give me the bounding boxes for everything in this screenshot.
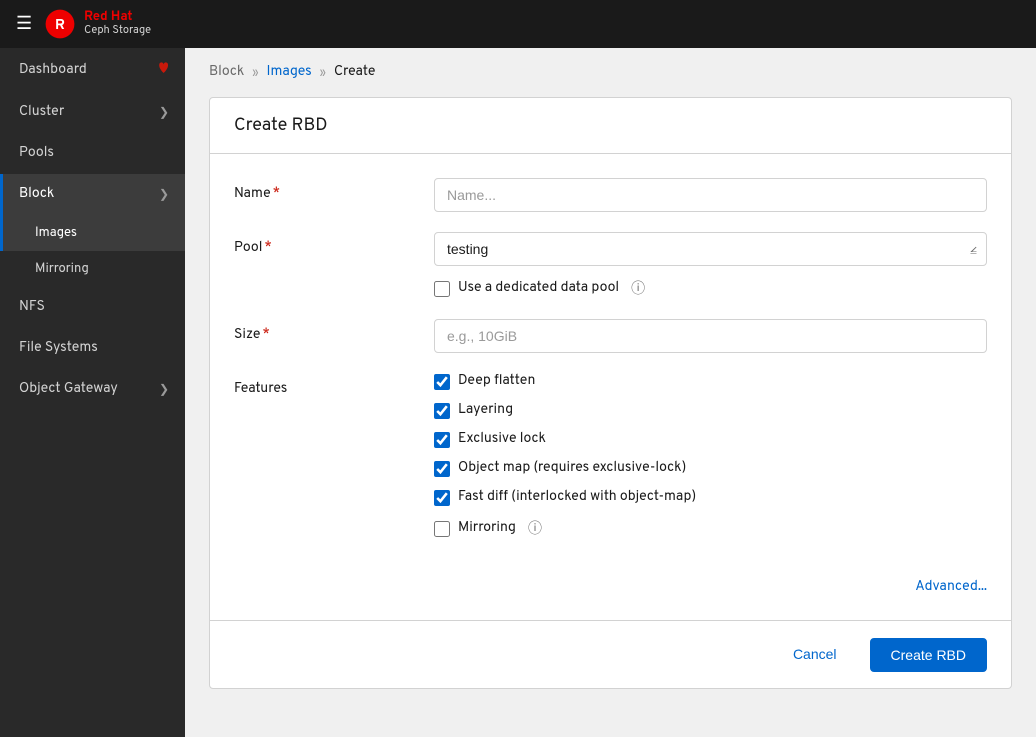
pool-row: Pool* testing rbd default ⦤ [234,232,987,299]
hamburger-menu[interactable]: ☰ [16,13,32,36]
feature-deep-flatten-label: Deep flatten [458,373,535,390]
pool-select-wrapper: testing rbd default ⦤ [434,232,987,266]
sidebar-item-pools[interactable]: Pools [0,133,185,174]
name-label: Name* [234,178,434,203]
sidebar-item-cluster[interactable]: Cluster ❯ [0,92,185,133]
dedicated-pool-checkbox[interactable] [434,281,450,297]
sidebar-nfs-label: NFS [19,299,45,316]
sidebar-item-nfs[interactable]: NFS [0,287,185,328]
feature-deep-flatten-row: Deep flatten [434,373,987,390]
create-rbd-button[interactable]: Create RBD [870,638,987,672]
feature-mirroring-label: Mirroring [458,520,516,537]
dedicated-data-pool-row: Use a dedicated data pool ⓘ [434,278,987,299]
brand: R Red Hat Ceph Storage [44,8,151,40]
chevron-right-icon-gw: ❯ [159,382,169,398]
pool-select[interactable]: testing rbd default [434,232,987,266]
size-row: Size* [234,319,987,353]
pool-required: * [264,240,271,257]
brand-text: Red Hat Ceph Storage [84,10,151,39]
card-title: Create RBD [234,114,987,137]
feature-mirroring-row: Mirroring ⓘ [434,518,987,539]
name-row: Name* [234,178,987,212]
cancel-button[interactable]: Cancel [772,637,858,672]
feature-object-map-label: Object map (requires exclusive-lock) [458,460,686,477]
feature-fast-diff-row: Fast diff (interlocked with object-map) [434,489,987,506]
chevron-down-icon: ❯ [159,187,169,203]
feature-layering-row: Layering [434,402,987,419]
feature-fast-diff-checkbox[interactable] [434,490,450,506]
feature-layering-checkbox[interactable] [434,403,450,419]
dedicated-pool-label: Use a dedicated data pool [458,280,619,297]
app-body: Dashboard ♥ Cluster ❯ Pools Block ❯ Imag… [0,48,1036,737]
sidebar-item-block[interactable]: Block ❯ [0,174,185,215]
sidebar-images-label: Images [35,225,77,241]
mirroring-help-icon[interactable]: ⓘ [528,518,542,539]
features-row: Features Deep flatten Layering Exclus [234,373,987,551]
feature-mirroring-checkbox[interactable] [434,521,450,537]
features-label: Features [234,373,434,398]
create-rbd-card: Create RBD Name* Pool* [209,97,1012,689]
main-content: Block » Images » Create Create RBD Name* [185,48,1036,737]
sidebar-dashboard-label: Dashboard [19,62,87,79]
sidebar-objectgateway-label: Object Gateway [19,381,118,398]
sidebar-mirroring-label: Mirroring [35,261,89,277]
feature-fast-diff-label: Fast diff (interlocked with object-map) [458,489,696,506]
size-required: * [262,327,269,344]
card-body: Name* Pool* testing r [210,154,1011,620]
feature-layering-label: Layering [458,402,513,419]
size-input[interactable] [434,319,987,353]
sidebar-pools-label: Pools [19,145,54,162]
breadcrumb: Block » Images » Create [209,64,1012,81]
sidebar-item-object-gateway[interactable]: Object Gateway ❯ [0,369,185,410]
size-control-wrap [434,319,987,353]
name-input[interactable] [434,178,987,212]
feature-deep-flatten-checkbox[interactable] [434,374,450,390]
name-control-wrap [434,178,987,212]
feature-exclusive-lock-row: Exclusive lock [434,431,987,448]
feature-exclusive-lock-label: Exclusive lock [458,431,546,448]
advanced-link[interactable]: Advanced... [915,579,987,596]
feature-object-map-checkbox[interactable] [434,461,450,477]
feature-exclusive-lock-checkbox[interactable] [434,432,450,448]
advanced-row: Advanced... [234,571,987,596]
heart-icon: ♥ [158,60,169,80]
brand-product: Ceph Storage [84,25,151,38]
chevron-right-icon: ❯ [159,105,169,121]
brand-name: Red Hat [84,10,151,26]
breadcrumb-sep-1: » [252,65,258,81]
sidebar-cluster-label: Cluster [19,104,64,121]
breadcrumb-block: Block [209,64,244,81]
size-label: Size* [234,319,434,344]
navbar: ☰ R Red Hat Ceph Storage [0,0,1036,48]
card-footer: Cancel Create RBD [210,620,1011,688]
sidebar-block-label: Block [19,186,54,203]
redhat-logo: R [44,8,76,40]
sidebar: Dashboard ♥ Cluster ❯ Pools Block ❯ Imag… [0,48,185,737]
svg-text:R: R [55,16,65,35]
pool-label: Pool* [234,232,434,257]
sidebar-item-images[interactable]: Images [0,215,185,251]
name-required: * [273,186,280,203]
breadcrumb-images[interactable]: Images [267,64,312,81]
sidebar-item-mirroring[interactable]: Mirroring [0,251,185,287]
breadcrumb-sep-2: » [320,65,326,81]
features-wrap: Deep flatten Layering Exclusive lock [434,373,987,551]
pool-control-wrap: testing rbd default ⦤ Use a dedicated da… [434,232,987,299]
feature-object-map-row: Object map (requires exclusive-lock) [434,460,987,477]
sidebar-item-dashboard[interactable]: Dashboard ♥ [0,48,185,92]
sidebar-item-filesystems[interactable]: File Systems [0,328,185,369]
breadcrumb-create: Create [334,64,375,81]
card-header: Create RBD [210,98,1011,154]
sidebar-filesystems-label: File Systems [19,340,98,357]
dedicated-pool-help-icon[interactable]: ⓘ [631,278,645,299]
